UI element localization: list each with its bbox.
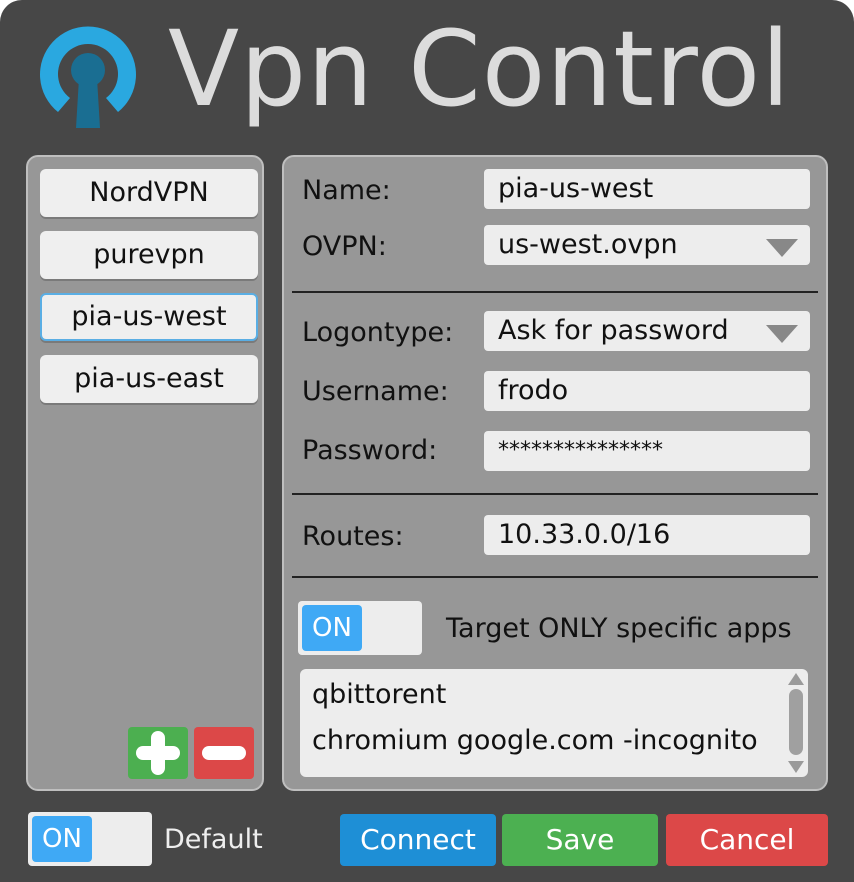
vpn-item-pia-us-west[interactable]: pia-us-west [40,293,258,341]
apps-list[interactable]: qbittorent chromium google.com -incognit… [300,669,808,777]
routes-label: Routes: [302,521,404,552]
name-label: Name: [302,175,391,206]
app-entry: qbittorent [312,679,447,710]
cancel-button[interactable]: Cancel [666,814,828,866]
default-label: Default [164,824,263,855]
password-field[interactable]: *************** [484,431,810,471]
target-apps-label: Target ONLY specific apps [446,613,792,644]
ovpn-select-value: us-west.ovpn [498,229,678,260]
vpn-item-pia-us-east[interactable]: pia-us-east [40,355,258,403]
keyhole-logo-icon [40,26,137,128]
scroll-thumb[interactable] [789,689,803,755]
default-toggle[interactable]: ON [28,812,152,866]
logontype-select-value: Ask for password [498,315,729,346]
divider [292,291,818,293]
password-label: Password: [302,435,438,466]
divider [292,576,818,578]
connect-button[interactable]: Connect [340,814,496,866]
vpn-config-panel: Name: pia-us-west OVPN: us-west.ovpn Log… [282,155,828,791]
save-button[interactable]: Save [502,814,658,866]
app-window: Vpn Control NordVPN purevpn pia-us-west … [0,0,854,882]
chevron-down-icon[interactable] [766,239,798,257]
target-apps-toggle[interactable]: ON [298,601,422,655]
scroll-down-icon[interactable] [788,761,804,773]
username-field[interactable]: frodo [484,371,810,411]
toggle-knob: ON [302,605,362,651]
name-field[interactable]: pia-us-west [484,169,810,209]
logontype-label: Logontype: [302,317,454,348]
scroll-up-icon[interactable] [788,673,804,685]
apps-scrollbar[interactable] [788,673,804,773]
add-vpn-button[interactable] [128,727,188,779]
chevron-down-icon[interactable] [766,325,798,343]
divider [292,493,818,495]
logontype-select[interactable]: Ask for password [484,311,810,351]
toggle-knob: ON [32,816,92,862]
vpn-item-purevpn[interactable]: purevpn [40,231,258,279]
vpn-list-panel: NordVPN purevpn pia-us-west pia-us-east [26,155,264,791]
username-label: Username: [302,376,449,407]
app-title: Vpn Control [168,8,792,130]
routes-field[interactable]: 10.33.0.0/16 [484,515,810,555]
ovpn-label: OVPN: [302,231,387,262]
ovpn-select[interactable]: us-west.ovpn [484,225,810,265]
app-entry: chromium google.com -incognito [312,725,758,756]
remove-vpn-button[interactable] [194,727,254,779]
vpn-item-nordvpn[interactable]: NordVPN [40,169,258,217]
